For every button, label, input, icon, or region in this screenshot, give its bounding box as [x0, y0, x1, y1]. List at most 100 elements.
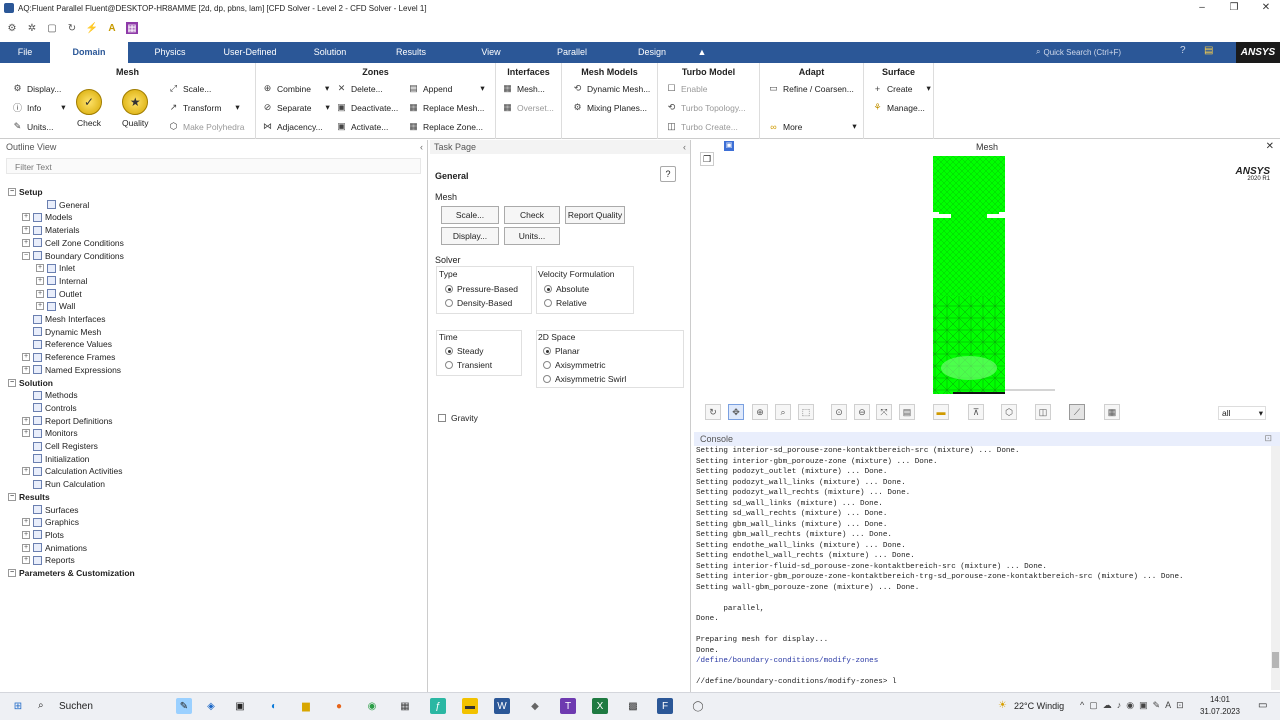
taskbar-illustration-icon[interactable]: ✎ [176, 698, 192, 714]
absolute-radio[interactable]: Absolute [544, 284, 589, 294]
mesh-check-button[interactable]: ✓ Check [76, 89, 102, 128]
interfaces-overset-button[interactable]: ▦ Overset... [502, 102, 554, 113]
tab-results[interactable]: Results [372, 42, 450, 63]
expand-icon[interactable]: + [22, 416, 30, 425]
expand-icon[interactable]: + [22, 353, 30, 362]
refine-coarsen-button[interactable]: ▭ Refine / Coarsen... [768, 83, 854, 94]
tab-design[interactable]: Design [612, 42, 692, 63]
expand-icon[interactable]: + [22, 518, 30, 527]
tab-physics[interactable]: Physics [128, 42, 212, 63]
close-window-icon[interactable]: ✕ [1250, 0, 1280, 16]
save-icon[interactable]: ▢ [46, 22, 58, 34]
expand-icon[interactable]: + [22, 429, 30, 438]
transient-radio[interactable]: Transient [445, 360, 492, 370]
weather-text[interactable]: 22°C Windig [1014, 701, 1064, 711]
collapse-panel-icon[interactable]: ‹ [420, 142, 423, 152]
expand-icon[interactable]: + [22, 238, 30, 247]
expand-icon[interactable]: + [22, 226, 30, 235]
outline-item-run-calculation[interactable]: Run Calculation [22, 478, 105, 490]
copy-image-icon[interactable]: ❐ [700, 152, 714, 166]
zoom-icon[interactable]: ⌕ [775, 404, 791, 420]
expand-icon[interactable]: + [36, 289, 44, 298]
expand-icon[interactable]: + [36, 264, 44, 273]
expand-icon[interactable]: − [8, 188, 16, 196]
mesh-quality-button[interactable]: ★ Quality [122, 89, 148, 128]
report-quality-button[interactable]: Report Quality [565, 206, 625, 224]
save-picture-icon[interactable]: ▤ [899, 404, 915, 420]
quick-search[interactable]: ⌕ Quick Search (Ctrl+F) [1032, 44, 1150, 60]
outline-item-animations[interactable]: + Animations [22, 542, 87, 554]
outline-item-models[interactable]: + Models [22, 211, 72, 223]
outline-item-cell-registers[interactable]: Cell Registers [22, 440, 98, 452]
outline-item-dynamic-mesh[interactable]: Dynamic Mesh [22, 326, 101, 338]
grid-icon[interactable]: ▦ [126, 22, 138, 34]
taskbar-search-icon[interactable]: ⌕ [38, 700, 44, 711]
chart-icon[interactable]: ⟋ [1069, 404, 1085, 420]
outline-item-monitors[interactable]: + Monitors [22, 427, 78, 439]
display-button[interactable]: Display... [441, 227, 499, 245]
expand-icon[interactable]: − [22, 251, 30, 260]
steady-radio[interactable]: Steady [445, 346, 483, 356]
outline-item-cell-zone-conditions[interactable]: + Cell Zone Conditions [22, 237, 124, 249]
expand-icon[interactable]: + [22, 530, 30, 539]
mesh-transform-button[interactable]: ↗ Transform ▾ [168, 102, 240, 113]
planar-radio[interactable]: Planar [543, 346, 580, 356]
outline-item-setup[interactable]: − Setup [8, 186, 43, 198]
collapse-task-icon[interactable]: ‹ [683, 142, 686, 152]
pan-icon[interactable]: ✥ [728, 404, 744, 420]
outline-item-results[interactable]: − Results [8, 491, 50, 503]
outline-item-mesh-interfaces[interactable]: Mesh Interfaces [22, 313, 105, 325]
calculator-icon[interactable]: ▦ [397, 698, 413, 714]
refresh-icon[interactable]: ↻ [66, 22, 78, 34]
notes-icon[interactable]: ▤ [1204, 45, 1213, 56]
zones-separate-button[interactable]: ⊘ Separate ▾ [262, 102, 330, 113]
taskbar-search-label[interactable]: Suchen [59, 701, 93, 712]
density-based-radio[interactable]: Density-Based [445, 298, 512, 308]
notification-icon[interactable]: ▭ [1258, 700, 1267, 711]
minimize-icon[interactable]: – [1186, 0, 1218, 16]
tab-solution[interactable]: Solution [288, 42, 372, 63]
surface-manage-button[interactable]: ⚘ Manage... [872, 102, 924, 113]
lightning-icon[interactable]: ⚡ [86, 22, 98, 34]
mesh-display-button[interactable]: ⚙ Display... [12, 83, 61, 94]
dynamic-mesh-button[interactable]: ⟲ Dynamic Mesh... [572, 83, 651, 94]
units-button[interactable]: Units... [504, 227, 560, 245]
app-dark-icon[interactable]: ▩ [625, 698, 641, 714]
tab-user-defined[interactable]: User-Defined [212, 42, 288, 63]
chrome-icon[interactable]: ◉ [364, 698, 380, 714]
mesh-scale-button[interactable]: ⤢ Scale... [168, 83, 211, 94]
settings-icon[interactable]: ⚙ [6, 22, 18, 34]
windows-start-icon[interactable]: ⊞ [10, 698, 26, 714]
outline-item-inlet[interactable]: + Inlet [36, 262, 75, 274]
interfaces-mesh-button[interactable]: ▦ Mesh... [502, 83, 545, 94]
make-polyhedra-button[interactable]: ⬡ Make Polyhedra [168, 121, 245, 132]
zones-append-button[interactable]: ▤ Append ▾ [408, 83, 484, 94]
mesh-display[interactable] [929, 156, 1059, 398]
outline-item-reference-frames[interactable]: + Reference Frames [22, 351, 115, 363]
outline-item-report-definitions[interactable]: + Report Definitions [22, 415, 113, 427]
ansys-a-icon[interactable]: A [106, 22, 118, 34]
expand-icon[interactable]: + [22, 556, 30, 565]
turbo-create-button[interactable]: ◫ Turbo Create... [666, 121, 738, 132]
rotate-icon[interactable]: ↻ [705, 404, 721, 420]
probe-icon[interactable]: ▬ [933, 404, 949, 420]
fluent-taskbar-icon[interactable]: F [657, 698, 673, 714]
view-select-dropdown[interactable]: all ▾ [1218, 406, 1266, 420]
outline-item-internal[interactable]: + Internal [36, 275, 87, 287]
outline-item-controls[interactable]: Controls [22, 402, 77, 414]
collapse-ribbon-icon[interactable]: ▲ [692, 42, 712, 63]
expand-icon[interactable]: + [36, 276, 44, 285]
outline-item-solution[interactable]: − Solution [8, 377, 53, 389]
pressure-based-radio[interactable]: Pressure-Based [445, 284, 518, 294]
expand-icon[interactable]: + [22, 213, 30, 222]
window-pin-icon[interactable]: ▣ [724, 141, 734, 151]
console-scrollbar[interactable] [1271, 446, 1280, 690]
zones-deactivate-button[interactable]: ▣ Deactivate... [336, 102, 398, 113]
outline-item-named-expressions[interactable]: + Named Expressions [22, 364, 121, 376]
tab-parallel[interactable]: Parallel [532, 42, 612, 63]
layout-icon[interactable]: ◫ [1035, 404, 1051, 420]
expand-icon[interactable]: + [36, 302, 44, 311]
expand-icon[interactable]: − [8, 569, 16, 577]
app-grey-icon[interactable]: ◆ [527, 698, 543, 714]
outline-filter-input[interactable]: Filter Text [6, 158, 421, 174]
